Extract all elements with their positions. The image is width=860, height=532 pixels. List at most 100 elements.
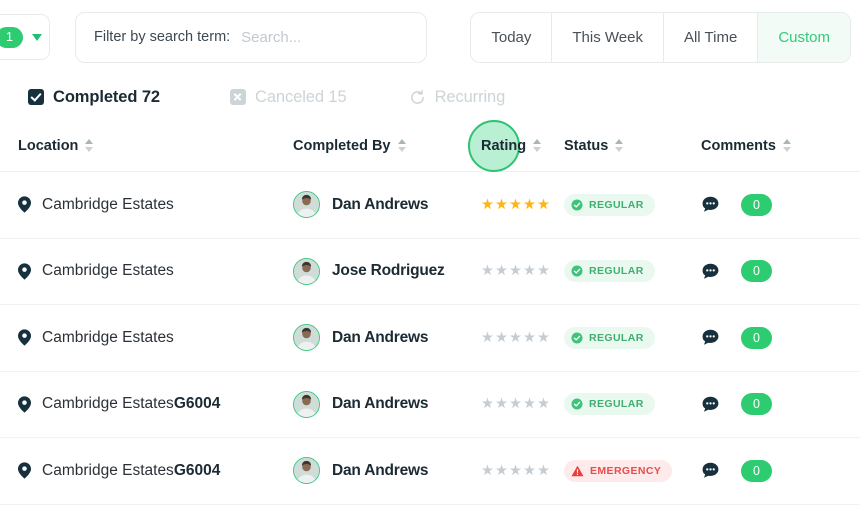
location-name: Cambridge Estates (42, 328, 174, 346)
table-row[interactable]: Cambridge Estates Dan Andrews ★ ★ ★ ★ ★ REGULAR… (0, 172, 860, 239)
rating-star[interactable]: ★ (509, 463, 522, 479)
comment-bubble-icon[interactable] (701, 461, 720, 480)
rating-star[interactable]: ★ (537, 197, 550, 213)
check-circle-icon (571, 332, 583, 344)
tab-this-week[interactable]: This Week (552, 12, 664, 62)
status-badge: REGULAR (564, 393, 655, 416)
location-name: Cambridge EstatesG6004 (42, 461, 221, 479)
rating-stars[interactable]: ★ ★ ★ ★ ★ (481, 264, 564, 279)
tab-custom[interactable]: Custom (758, 12, 850, 62)
rating-star[interactable]: ★ (523, 264, 536, 279)
avatar-photo (294, 192, 319, 218)
rating-star[interactable]: ★ (523, 330, 536, 346)
check-circle-icon (571, 265, 583, 277)
map-pin-icon (18, 462, 31, 479)
column-header-completed-by[interactable]: Completed By (293, 138, 481, 154)
completed-by-name: Dan Andrews (332, 395, 429, 413)
filter-count-badge: 1 (0, 26, 23, 48)
status-badge-label: REGULAR (589, 198, 644, 211)
completed-by-name: Dan Andrews (332, 328, 429, 346)
cell-location: Cambridge EstatesG6004 (18, 395, 293, 413)
location-name: Cambridge EstatesG6004 (42, 395, 221, 413)
rating-star[interactable]: ★ (537, 397, 550, 412)
table-row[interactable]: Cambridge Estates Dan Andrews ★ ★ ★ ★ ★ REGULAR… (0, 305, 860, 372)
rating-star[interactable]: ★ (495, 463, 508, 479)
rating-star[interactable]: ★ (481, 197, 494, 213)
rating-star[interactable]: ★ (495, 330, 508, 346)
tab-all-time[interactable]: All Time (663, 12, 759, 62)
map-pin-icon (18, 396, 31, 413)
rating-star[interactable]: ★ (537, 330, 550, 346)
column-header-rating[interactable]: Rating (468, 119, 564, 172)
sort-toggle-icon[interactable] (533, 139, 542, 152)
search-box[interactable]: Filter by search term: (75, 11, 427, 63)
rating-star[interactable]: ★ (509, 264, 522, 279)
filter-count-dropdown[interactable]: 1 (0, 14, 50, 60)
cell-location: Cambridge Estates (18, 196, 293, 214)
rating-stars[interactable]: ★ ★ ★ ★ ★ (481, 397, 564, 412)
search-input[interactable] (241, 28, 408, 46)
rating-star[interactable]: ★ (495, 264, 508, 279)
cell-comments: 0 (701, 193, 860, 216)
comment-bubble-icon[interactable] (701, 395, 720, 414)
column-header-comments[interactable]: Comments (701, 138, 860, 154)
completed-by-name: Dan Andrews (332, 195, 429, 213)
rating-star[interactable]: ★ (481, 264, 494, 279)
rating-star[interactable]: ★ (509, 330, 522, 346)
table-row[interactable]: Cambridge EstatesG6004 Dan Andrews ★ ★ ★ ★ ★ RE… (0, 372, 860, 438)
status-filter-completed[interactable]: Completed 72 (28, 88, 160, 107)
rating-star[interactable]: ★ (537, 264, 550, 279)
comment-bubble-icon[interactable] (701, 262, 720, 281)
table-body: Cambridge Estates Dan Andrews ★ ★ ★ ★ ★ REGULAR… (0, 172, 860, 505)
location-name: Cambridge Estates (42, 262, 174, 280)
warning-triangle-icon (571, 465, 584, 476)
table-row[interactable]: Cambridge Estates Jose Rodriguez ★ ★ ★ ★ ★ REGU… (0, 239, 860, 305)
cell-status: EMERGENCY (564, 459, 701, 482)
sort-toggle-icon[interactable] (782, 139, 791, 152)
rating-star[interactable]: ★ (495, 397, 508, 412)
rating-stars[interactable]: ★ ★ ★ ★ ★ (481, 330, 564, 346)
comment-count-badge[interactable]: 0 (741, 326, 772, 349)
status-badge-label: REGULAR (589, 331, 644, 344)
status-filter-canceled[interactable]: Canceled 15 (230, 88, 347, 107)
avatar-photo (294, 325, 319, 351)
rating-stars[interactable]: ★ ★ ★ ★ ★ (481, 197, 564, 213)
comment-bubble-icon[interactable] (701, 195, 720, 214)
rating-star[interactable]: ★ (509, 397, 522, 412)
rating-star[interactable]: ★ (481, 397, 494, 412)
rating-star[interactable]: ★ (537, 463, 550, 479)
comment-count-badge[interactable]: 0 (741, 260, 772, 283)
status-badge-label: EMERGENCY (590, 464, 662, 477)
comment-count-badge[interactable]: 0 (741, 459, 772, 482)
column-header-status[interactable]: Status (564, 138, 701, 154)
tab-today[interactable]: Today (471, 12, 553, 62)
rating-star[interactable]: ★ (481, 330, 494, 346)
cell-status: REGULAR (564, 326, 701, 349)
status-filter-bar: Completed 72 Canceled 15 Recurring (0, 74, 860, 120)
status-badge: REGULAR (564, 193, 655, 216)
comment-count-badge[interactable]: 0 (741, 393, 772, 416)
table-row[interactable]: Cambridge EstatesG6004 Dan Andrews ★ ★ ★ ★ ★ EM… (0, 438, 860, 505)
rating-star[interactable]: ★ (495, 197, 508, 213)
rating-star[interactable]: ★ (523, 197, 536, 213)
rating-star[interactable]: ★ (523, 397, 536, 412)
cell-location: Cambridge EstatesG6004 (18, 462, 293, 480)
column-header-location-label: Location (18, 137, 79, 154)
table-header-row: Location Completed By Rating Status Comm… (0, 119, 860, 172)
status-filter-recurring-label: Recurring (434, 87, 506, 106)
comment-bubble-icon[interactable] (701, 328, 720, 347)
search-label: Filter by search term: (94, 29, 231, 45)
rating-star[interactable]: ★ (509, 197, 522, 213)
cell-status: REGULAR (564, 193, 701, 216)
rating-star[interactable]: ★ (481, 463, 494, 479)
comment-count-badge[interactable]: 0 (741, 193, 772, 216)
sort-toggle-icon[interactable] (397, 139, 406, 152)
cell-completed-by: Dan Andrews (293, 390, 481, 418)
column-header-location[interactable]: Location (18, 138, 293, 154)
completed-by-name: Jose Rodriguez (332, 262, 445, 280)
sort-toggle-icon[interactable] (615, 139, 624, 152)
sort-toggle-icon[interactable] (85, 139, 94, 152)
status-filter-recurring[interactable]: Recurring (409, 87, 506, 107)
rating-star[interactable]: ★ (523, 463, 536, 479)
rating-stars[interactable]: ★ ★ ★ ★ ★ (481, 463, 564, 479)
